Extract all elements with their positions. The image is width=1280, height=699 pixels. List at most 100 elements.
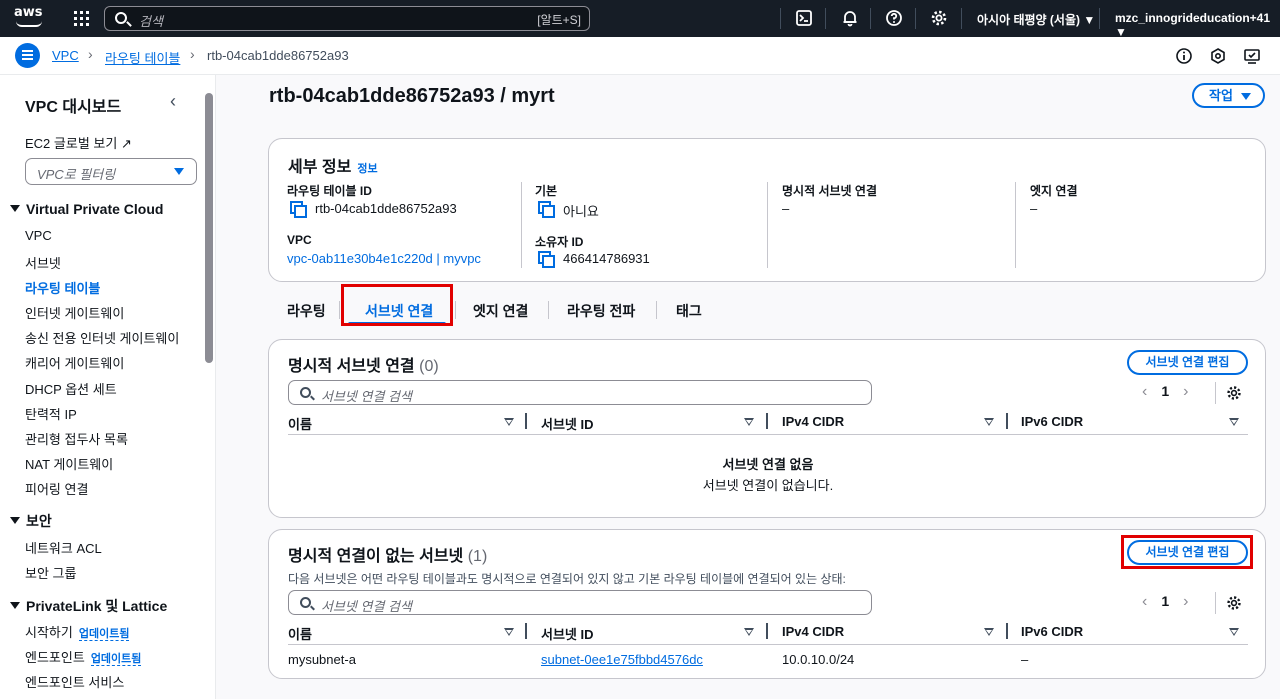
chevron-right-icon: › (190, 46, 195, 62)
subnet-association-search-input[interactable]: 서브넷 연결 검색 (288, 380, 872, 405)
sidebar-item-subnets[interactable]: 서브넷 (25, 253, 61, 272)
subnet-id-link[interactable]: subnet-0ee1e75fbbd4576dc (541, 652, 703, 667)
settings-gear-icon[interactable] (1226, 595, 1242, 611)
tab-tags[interactable]: 태그 (676, 301, 702, 321)
column-header-name[interactable]: 이름 (288, 414, 312, 433)
chevron-left-icon[interactable]: ‹ (1142, 383, 1147, 400)
sidebar-item-vpc[interactable]: VPC (25, 228, 52, 243)
sort-icon[interactable] (1229, 628, 1239, 636)
sort-icon[interactable] (984, 628, 994, 636)
sidebar-item-peering[interactable]: 피어링 연결 (25, 479, 88, 498)
info-link[interactable]: 정보 (357, 163, 377, 175)
caret-down-icon (174, 168, 184, 175)
help-icon[interactable] (885, 9, 903, 27)
sidebar-item-elastic-ips[interactable]: 탄력적 IP (25, 404, 77, 423)
column-header-ipv6[interactable]: IPv6 CIDR (1021, 624, 1083, 639)
sidebar-item-egress-only-gateways[interactable]: 송신 전용 인터넷 게이트웨이 (25, 328, 179, 347)
feedback-icon[interactable] (1243, 47, 1261, 65)
actions-button[interactable]: 작업 (1192, 83, 1265, 108)
bell-icon[interactable] (841, 9, 859, 27)
column-header-subnet-id[interactable]: 서브넷 ID (541, 414, 594, 433)
sidebar-item-endpoint-services[interactable]: 엔드포인트 서비스 (25, 672, 124, 691)
copy-icon[interactable] (538, 201, 555, 218)
account-menu[interactable]: mzc_innogrideducation+41 ▼ (1115, 11, 1280, 39)
column-resizer[interactable] (525, 623, 527, 639)
aws-logo[interactable]: aws (14, 6, 46, 30)
pagination: ‹ 1 › (1142, 593, 1188, 611)
details-panel: 세부 정보 정보 라우팅 테이블 ID rtb-04cab1dde86752a93… (268, 138, 1266, 282)
sidebar-item-nat-gateways[interactable]: NAT 게이트웨이 (25, 454, 113, 473)
settings-gear-icon[interactable] (1226, 385, 1242, 401)
tab-routes[interactable]: 라우팅 (287, 301, 326, 321)
region-selector[interactable]: 아시아 태평양 (서울) ▼ (977, 11, 1095, 28)
breadcrumb-vpc[interactable]: VPC (52, 48, 79, 63)
sort-icon[interactable] (1229, 418, 1239, 426)
vpc-filter-select[interactable]: VPC로 필터링 (25, 158, 197, 185)
sidebar-item-carrier-gateways[interactable]: 캐리어 게이트웨이 (25, 353, 124, 372)
sidebar-item-security-groups[interactable]: 보안 그룹 (25, 563, 76, 582)
column-resizer[interactable] (525, 413, 527, 429)
gear-icon[interactable] (930, 9, 948, 27)
page-title: rtb-04cab1dde86752a93 / myrt (269, 85, 555, 107)
global-search-input[interactable]: 검색 [알트+S] (104, 6, 590, 31)
sidebar-item-getting-started[interactable]: 시작하기 업데이트됨 (25, 622, 130, 641)
column-resizer[interactable] (1006, 623, 1008, 639)
column-header-ipv4[interactable]: IPv4 CIDR (782, 414, 844, 429)
breadcrumb-route-tables[interactable]: 라우팅 테이블 (105, 48, 180, 67)
pagination: ‹ 1 › (1142, 383, 1188, 401)
current-page[interactable]: 1 (1161, 383, 1169, 399)
column-resizer[interactable] (766, 623, 768, 639)
sidebar-item-network-acl[interactable]: 네트워크 ACL (25, 538, 102, 557)
column-header-ipv6[interactable]: IPv6 CIDR (1021, 414, 1083, 429)
subnet-association-search-input[interactable]: 서브넷 연결 검색 (288, 590, 872, 615)
column-header-name[interactable]: 이름 (288, 624, 312, 643)
tab-edge-associations[interactable]: 엣지 연결 (473, 301, 528, 321)
sidebar-section-privatelink[interactable]: PrivateLink 및 Lattice (10, 596, 167, 616)
search-icon (300, 387, 311, 398)
tab-route-propagation[interactable]: 라우팅 전파 (567, 301, 635, 321)
chevron-left-icon[interactable]: ‹ (1142, 593, 1147, 610)
sidebar-section-vpc[interactable]: Virtual Private Cloud (10, 201, 163, 217)
copy-icon[interactable] (538, 251, 555, 268)
cell-ipv6: – (1021, 652, 1029, 667)
chevron-left-icon[interactable]: ‹ (170, 91, 176, 112)
sort-icon[interactable] (984, 418, 994, 426)
sidebar-section-security[interactable]: 보안 (10, 511, 52, 531)
sort-icon[interactable] (744, 628, 754, 636)
column-header-ipv4[interactable]: IPv4 CIDR (782, 624, 844, 639)
cloudshell-icon[interactable] (795, 9, 813, 27)
highlight-box (341, 284, 453, 326)
sidebar-scrollbar[interactable] (205, 93, 213, 363)
sidebar-item-ec2-global[interactable]: EC2 글로벌 보기 ↗ (25, 133, 132, 152)
panel-description: 다음 서브넷은 어떤 라우팅 테이블과도 명시적으로 연결되어 있지 않고 기본… (288, 572, 846, 586)
sidebar-item-endpoints[interactable]: 엔드포인트 업데이트됨 (25, 647, 142, 666)
chevron-right-icon[interactable]: › (1183, 383, 1188, 400)
details-title: 세부 정보 (288, 159, 352, 176)
chevron-right-icon[interactable]: › (1183, 593, 1188, 610)
hexagon-icon[interactable] (1209, 47, 1227, 65)
edge-association-value: – (1030, 201, 1038, 216)
sort-icon[interactable] (504, 628, 514, 636)
divider (767, 182, 768, 268)
sidebar-item-prefix-lists[interactable]: 관리형 접두사 목록 (25, 429, 128, 448)
edit-subnet-associations-button[interactable]: 서브넷 연결 편집 (1127, 350, 1248, 375)
copy-icon[interactable] (290, 201, 307, 218)
vpc-link[interactable]: vpc-0ab11e30b4e1c220d | myvpc (287, 251, 481, 266)
sort-icon[interactable] (504, 418, 514, 426)
sidebar-item-dhcp-options[interactable]: DHCP 옵션 세트 (25, 379, 117, 398)
search-icon (115, 12, 127, 24)
column-resizer[interactable] (1006, 413, 1008, 429)
side-nav-toggle-button[interactable] (15, 43, 40, 68)
sort-icon[interactable] (744, 418, 754, 426)
sidebar-title[interactable]: VPC 대시보드 (25, 93, 121, 117)
services-grid-icon[interactable] (74, 11, 89, 26)
details-header: 세부 정보 정보 (288, 153, 378, 177)
current-page[interactable]: 1 (1161, 593, 1169, 609)
sidebar-item-route-tables[interactable]: 라우팅 테이블 (25, 278, 100, 297)
search-placeholder: 서브넷 연결 검색 (321, 389, 412, 404)
explicit-subnet-label: 명시적 서브넷 연결 (782, 184, 877, 198)
column-header-subnet-id[interactable]: 서브넷 ID (541, 624, 594, 643)
sidebar-item-internet-gateways[interactable]: 인터넷 게이트웨이 (25, 303, 124, 322)
column-resizer[interactable] (766, 413, 768, 429)
info-circle-icon[interactable] (1175, 47, 1193, 65)
